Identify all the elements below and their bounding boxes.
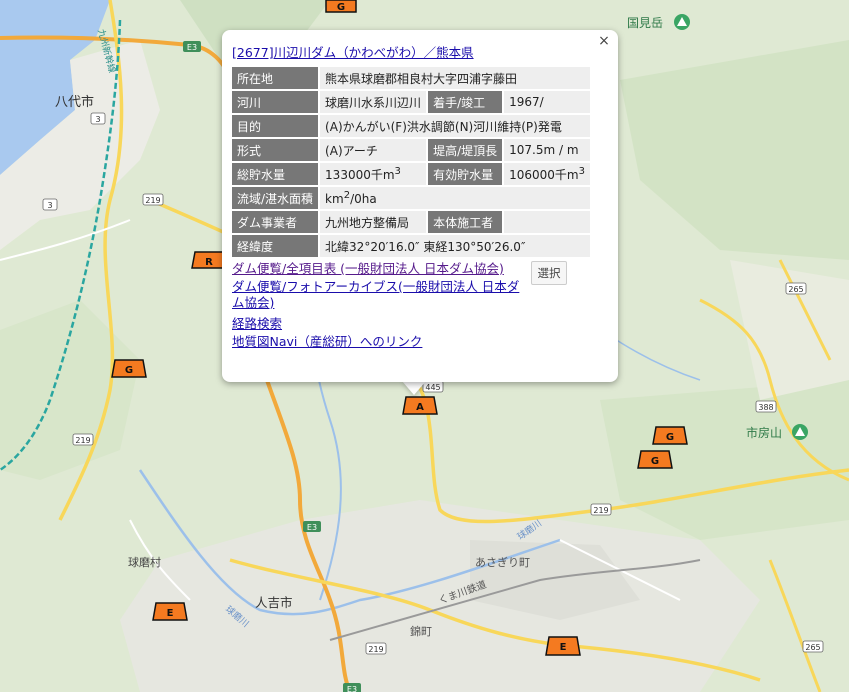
svg-text:E: E [167,608,174,619]
road-shield-3: 3 [90,112,106,125]
place-label-hitoyoshi: 人吉市 [255,595,293,610]
road-shield-3: 3 [42,198,58,211]
table-row: 所在地 熊本県球磨郡相良村大字四浦字藤田 [232,67,590,89]
info-label: 着手/竣工 [428,91,503,113]
table-row: 流域/湛水面積 km2/0ha [232,187,590,209]
road-shield-219: 219 [142,193,164,206]
road-shield-265: 265 [802,640,824,653]
svg-text:265: 265 [805,643,820,652]
route-search-link[interactable]: 経路検索 [232,316,282,332]
svg-text:219: 219 [593,506,608,515]
info-value: 107.5m / m [504,139,590,161]
info-value: 133000千m3 [320,163,427,185]
road-shield-e3: E3 [343,683,361,692]
info-value: 熊本県球磨郡相良村大字四浦字藤田 [320,67,590,89]
info-label: ダム事業者 [232,211,319,233]
place-label-yatsushiro: 八代市 [55,94,94,110]
info-label: 所在地 [232,67,319,89]
svg-text:265: 265 [788,285,803,294]
road-shield-e3: E3 [303,521,321,532]
popup-tail [402,381,426,395]
road-shield-445: 445 [422,380,444,393]
info-value: (A)かんがい(F)洪水調節(N)河川維持(P)発電 [320,115,590,137]
info-label: 総貯水量 [232,163,319,185]
place-label-ichifusa: 市房山 [746,425,782,440]
photo-archive-link[interactable]: ダム便覧/フォトアーカイブス(一般財団法人 日本ダム協会) [232,279,527,311]
dam-marker-selected[interactable]: A [402,396,438,415]
place-label-kunimi: 国見岳 [627,16,663,30]
road-shield-219: 219 [590,503,612,516]
info-value: 106000千m3 [504,163,590,185]
svg-text:388: 388 [758,403,773,412]
popup-links: ダム便覧/全項目表 (一般財団法人 日本ダム協会) ダム便覧/フォトアーカイブス… [232,261,606,350]
svg-text:E3: E3 [187,43,197,52]
info-value: 球磨川水系川辺川 [320,91,427,113]
place-label-asagiri: あさぎり町 [475,555,530,569]
dam-marker[interactable]: G [325,0,357,13]
info-value [504,211,590,233]
dam-marker[interactable]: G [637,450,673,469]
info-label: 流域/湛水面積 [232,187,319,209]
svg-text:A: A [416,402,424,413]
close-icon[interactable]: × [596,33,612,49]
svg-text:E: E [560,642,567,653]
info-label: 経緯度 [232,235,319,257]
info-value: 1967/ [504,91,590,113]
place-label-kuma-village: 球磨村 [128,555,161,569]
info-label: 目的 [232,115,319,137]
table-row: 目的 (A)かんがい(F)洪水調節(N)河川維持(P)発電 [232,115,590,137]
info-label: 有効貯水量 [428,163,503,185]
info-window: × [2677]川辺川ダム（かわべがわ）／熊本県 所在地 熊本県球磨郡相良村大字… [222,30,618,382]
table-row: 経緯度 北緯32°20′16.0″ 東経130°50′26.0″ [232,235,590,257]
road-shield-219: 219 [365,642,387,655]
table-row: 河川 球磨川水系川辺川 着手/竣工 1967/ [232,91,590,113]
svg-text:219: 219 [368,645,383,654]
dam-marker[interactable]: E [545,636,581,656]
svg-text:3: 3 [95,115,100,124]
svg-text:E3: E3 [347,685,357,692]
info-label: 河川 [232,91,319,113]
dam-marker[interactable]: G [652,426,688,445]
road-shield-265: 265 [785,282,807,295]
table-row: 形式 (A)アーチ 堤高/堤頂長 107.5m / m [232,139,590,161]
svg-text:G: G [666,432,674,443]
info-value: km2/0ha [320,187,590,209]
dam-marker[interactable]: R [191,251,227,269]
svg-text:3: 3 [47,201,52,210]
info-value: 九州地方整備局 [320,211,427,233]
info-label: 堤高/堤頂長 [428,139,503,161]
svg-text:445: 445 [425,383,440,392]
road-shield-e3: E3 [183,41,201,52]
info-label: 本体施工者 [428,211,503,233]
road-shield-388: 388 [755,400,777,413]
info-value: 北緯32°20′16.0″ 東経130°50′26.0″ [320,235,590,257]
svg-text:G: G [651,456,659,467]
svg-text:G: G [337,2,345,13]
svg-text:G: G [125,365,133,376]
road-shield-219: 219 [72,433,94,446]
mountain-icon [674,14,690,30]
dam-marker[interactable]: G [111,359,147,378]
svg-text:219: 219 [145,196,160,205]
table-row: ダム事業者 九州地方整備局 本体施工者 [232,211,590,233]
mountain-icon [792,424,808,440]
svg-text:E3: E3 [307,523,317,532]
geology-map-link[interactable]: 地質図Navi（産総研）へのリンク [232,334,606,350]
select-button[interactable]: 選択 [531,261,567,285]
svg-text:219: 219 [75,436,90,445]
info-value: (A)アーチ [320,139,427,161]
dam-title-link[interactable]: [2677]川辺川ダム（かわべがわ）／熊本県 [232,42,606,61]
place-label-nishiki: 錦町 [410,624,432,638]
table-row: 総貯水量 133000千m3 有効貯水量 106000千m3 [232,163,590,185]
dam-marker[interactable]: E [152,602,188,621]
dam-info-table: 所在地 熊本県球磨郡相良村大字四浦字藤田 河川 球磨川水系川辺川 着手/竣工 1… [230,65,592,259]
info-label: 形式 [232,139,319,161]
svg-text:R: R [205,257,213,268]
